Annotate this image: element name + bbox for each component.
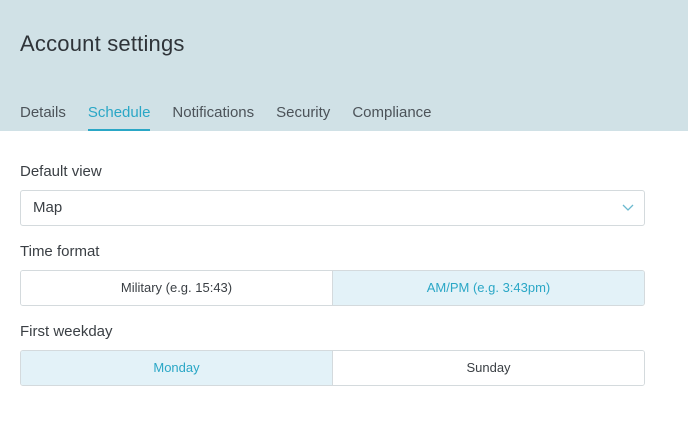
page-title: Account settings <box>20 31 185 56</box>
default-view-select[interactable]: Map <box>20 190 645 226</box>
tab-bar: Details Schedule Notifications Security … <box>20 104 454 131</box>
time-format-ampm-button[interactable]: AM/PM (e.g. 3:43pm) <box>332 271 644 305</box>
first-weekday-toggle: Monday Sunday <box>20 350 645 386</box>
tab-details[interactable]: Details <box>20 104 66 131</box>
tab-schedule[interactable]: Schedule <box>87 104 150 131</box>
time-format-toggle: Military (e.g. 15:43) AM/PM (e.g. 3:43pm… <box>20 270 645 306</box>
chevron-down-icon <box>622 204 634 211</box>
tab-security[interactable]: Security <box>276 104 330 131</box>
default-view-label: Default view <box>20 163 102 180</box>
default-view-value: Map <box>33 199 63 216</box>
time-format-military-button[interactable]: Military (e.g. 15:43) <box>21 271 332 305</box>
tab-notifications[interactable]: Notifications <box>172 104 254 131</box>
time-format-label: Time format <box>20 243 100 260</box>
tab-compliance[interactable]: Compliance <box>352 104 431 131</box>
first-weekday-monday-button[interactable]: Monday <box>21 351 332 385</box>
page-header: Account settings Details Schedule Notifi… <box>0 0 688 131</box>
first-weekday-sunday-button[interactable]: Sunday <box>332 351 644 385</box>
first-weekday-label: First weekday <box>20 323 113 340</box>
